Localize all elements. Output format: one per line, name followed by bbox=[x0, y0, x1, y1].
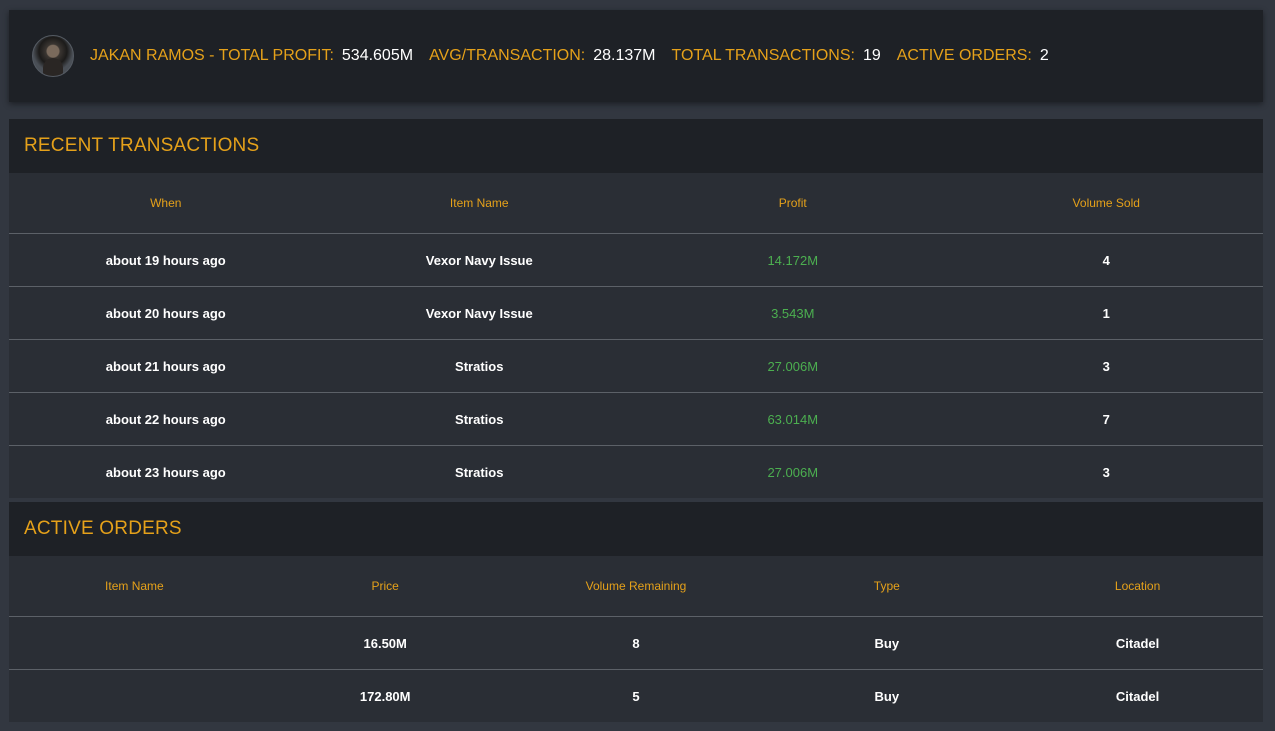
cell-item-name: Stratios bbox=[455, 464, 504, 480]
cell-price: 16.50M bbox=[259, 616, 511, 670]
avg-transaction-value: 28.137M bbox=[593, 47, 656, 64]
column-header-type[interactable]: Type bbox=[761, 556, 1013, 617]
stat-avg-transaction: AVG/TRANSACTION: 28.137M bbox=[429, 47, 655, 65]
cell-when: about 19 hours ago bbox=[9, 233, 323, 287]
table-row: 172.80M 5 Buy Citadel bbox=[9, 670, 1263, 723]
recent-transactions-panel: RECENT TRANSACTIONS When Item Name Profi… bbox=[9, 119, 1263, 498]
cell-volume-sold: 1 bbox=[949, 286, 1263, 340]
table-row: about 20 hours ago Vexor Navy Issue 3.54… bbox=[9, 286, 1263, 340]
cell-profit: 27.006M bbox=[636, 339, 950, 393]
cell-item-name bbox=[9, 616, 260, 670]
column-header-item-name[interactable]: Item Name bbox=[322, 173, 636, 234]
cell-price: 172.80M bbox=[359, 688, 411, 704]
cell-volume-sold: 4 bbox=[949, 233, 1263, 287]
table-row: about 19 hours ago Vexor Navy Issue 14.1… bbox=[9, 233, 1263, 287]
cell-when: about 23 hours ago bbox=[105, 464, 226, 480]
cell-profit: 14.172M bbox=[636, 233, 950, 287]
column-header-item-name[interactable]: Item Name bbox=[9, 556, 260, 617]
stats-bar: JAKAN RAMOS - TOTAL PROFIT: 534.605M AVG… bbox=[9, 10, 1263, 102]
active-orders-panel: ACTIVE ORDERS Item Name Price Volume Rem… bbox=[9, 502, 1263, 722]
cell-type: Buy bbox=[874, 688, 900, 704]
table-row: about 21 hours ago Stratios 27.006M 3 bbox=[9, 339, 1263, 393]
stat-total-transactions: TOTAL TRANSACTIONS: 19 bbox=[672, 47, 881, 65]
recent-transactions-title: RECENT TRANSACTIONS bbox=[9, 119, 1263, 173]
cell-when: about 22 hours ago bbox=[9, 392, 323, 446]
cell-item-name: Stratios bbox=[322, 392, 636, 446]
column-header-profit[interactable]: Profit bbox=[636, 173, 950, 234]
cell-when: about 20 hours ago bbox=[9, 286, 323, 340]
cell-volume-remaining: 5 bbox=[632, 688, 640, 704]
active-orders-title: ACTIVE ORDERS bbox=[9, 502, 1263, 556]
table-header-row: When Item Name Profit Volume Sold bbox=[9, 173, 1263, 234]
active-orders-label: ACTIVE ORDERS: bbox=[896, 47, 1032, 64]
total-profit-value: 534.605M bbox=[341, 47, 414, 64]
stat-total-profit: JAKAN RAMOS - TOTAL PROFIT: 534.605M bbox=[90, 47, 413, 65]
cell-profit: 63.014M bbox=[636, 392, 950, 446]
total-transactions-value: 19 bbox=[862, 47, 881, 64]
cell-volume-sold: 3 bbox=[949, 339, 1263, 393]
column-header-when[interactable]: When bbox=[9, 173, 323, 234]
recent-transactions-table: When Item Name Profit Volume Sold about … bbox=[9, 173, 1263, 498]
total-profit-label: JAKAN RAMOS - TOTAL PROFIT: bbox=[90, 47, 334, 64]
active-orders-table: Item Name Price Volume Remaining Type Lo… bbox=[9, 556, 1263, 722]
cell-profit: 3.543M bbox=[636, 286, 950, 340]
table-row: about 23 hours ago Stratios 27.006M 3 bbox=[9, 446, 1263, 499]
column-header-price[interactable]: Price bbox=[259, 556, 511, 617]
cell-volume-remaining: 8 bbox=[510, 616, 762, 670]
avg-transaction-label: AVG/TRANSACTION: bbox=[429, 47, 586, 64]
column-header-location[interactable]: Location bbox=[1012, 556, 1263, 617]
cell-type: Buy bbox=[761, 616, 1013, 670]
cell-volume-sold: 3 bbox=[1102, 464, 1110, 480]
cell-item-name: Stratios bbox=[322, 339, 636, 393]
column-header-volume-sold[interactable]: Volume Sold bbox=[949, 173, 1263, 234]
cell-volume-sold: 7 bbox=[949, 392, 1263, 446]
cell-item-name bbox=[9, 670, 260, 723]
cell-item-name: Vexor Navy Issue bbox=[322, 233, 636, 287]
cell-profit: 27.006M bbox=[767, 464, 819, 480]
table-row: about 22 hours ago Stratios 63.014M 7 bbox=[9, 392, 1263, 446]
cell-location: Citadel bbox=[1115, 688, 1160, 704]
active-orders-value: 2 bbox=[1039, 47, 1049, 64]
cell-item-name: Vexor Navy Issue bbox=[322, 286, 636, 340]
total-transactions-label: TOTAL TRANSACTIONS: bbox=[671, 47, 855, 64]
stat-active-orders: ACTIVE ORDERS: 2 bbox=[897, 47, 1049, 65]
column-header-volume-remaining[interactable]: Volume Remaining bbox=[510, 556, 762, 617]
avatar bbox=[32, 35, 74, 77]
cell-location: Citadel bbox=[1012, 616, 1263, 670]
table-header-row: Item Name Price Volume Remaining Type Lo… bbox=[9, 556, 1263, 617]
table-row: 16.50M 8 Buy Citadel bbox=[9, 616, 1263, 670]
cell-when: about 21 hours ago bbox=[9, 339, 323, 393]
